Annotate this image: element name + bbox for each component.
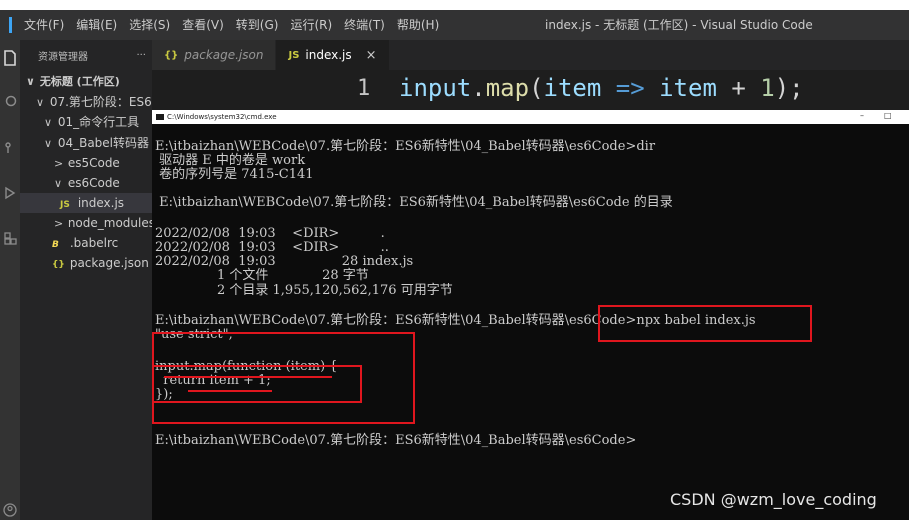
code-token: input (399, 74, 472, 102)
files-icon[interactable] (0, 48, 20, 68)
cmd-line: 2022/02/08 19:03 <DIR> . (155, 226, 385, 241)
tree-item-label: index.js (77, 196, 125, 210)
menu-terminal[interactable]: 终端(T) (338, 10, 391, 40)
maximize-button[interactable]: □ (884, 110, 892, 122)
cmd-line: 1 个文件 28 字节 (155, 268, 369, 283)
cmd-line: 2022/02/08 19:03 <DIR> .. (155, 240, 389, 255)
window-title: index.js - 无标题 (工作区) - Visual Studio Cod… (545, 18, 813, 32)
code-token: . (471, 74, 486, 102)
source-control-icon[interactable] (0, 138, 20, 158)
tree-item-label: 01_命令行工具 (57, 115, 140, 129)
close-icon[interactable]: × (366, 48, 377, 63)
underline-annotation (188, 390, 272, 392)
title-bar: 文件(F) 编辑(E) 选择(S) 查看(V) 转到(G) 运行(R) 终端(T… (0, 10, 909, 40)
cmd-title: C:\Windows\system32\cmd.exe (167, 113, 277, 121)
cmd-line: 2 个目录 1,955,120,562,176 可用字节 (155, 283, 453, 298)
cmd-line: E:\itbaizhan\WEBCode\07.第七阶段：ES6新特性\04_B… (155, 195, 673, 210)
code-token: item (659, 74, 717, 102)
tab-index-js[interactable]: JS index.js × (276, 40, 390, 70)
cmd-title-bar[interactable]: C:\Windows\system32\cmd.exe – □ (152, 110, 909, 124)
tab-label: package.json (184, 48, 264, 62)
menu-edit[interactable]: 编辑(E) (70, 10, 123, 40)
line-number: 1 (357, 76, 371, 101)
tree-item-label: es6Code (67, 176, 120, 190)
extensions-icon[interactable] (0, 228, 20, 248)
run-debug-icon[interactable] (0, 183, 20, 203)
tree-item-es6code[interactable]: ∨ es6Code (20, 173, 152, 193)
tree-item-babelrc[interactable]: B .babelrc (20, 233, 152, 253)
tree-item-label: 无标题 (工作区) (39, 75, 120, 88)
json-file-icon: {} (52, 260, 65, 270)
tree-item-node-modules[interactable]: > node_modules (20, 213, 152, 233)
minimize-button[interactable]: – (860, 110, 864, 122)
chevron-down-icon: ∨ (44, 116, 53, 129)
tab-label: index.js (305, 48, 352, 62)
tree-item-label: 07.第七阶段：ES6新特性 (49, 95, 152, 109)
babel-file-icon: B (52, 240, 59, 250)
explorer-header: 资源管理器 ··· (20, 40, 152, 70)
chevron-down-icon: ∨ (54, 177, 63, 190)
menu-file[interactable]: 文件(F) (18, 10, 70, 40)
cmd-app-icon (156, 114, 164, 120)
tree-item-label: 04_Babel转码器 (57, 136, 150, 150)
tab-package-json[interactable]: {} package.json (152, 40, 277, 70)
javascript-file-icon: JS (60, 200, 70, 210)
chevron-right-icon: > (54, 157, 64, 170)
tree-item-index-js[interactable]: JS index.js (20, 193, 152, 213)
code-token: item (543, 74, 602, 102)
tree-item-workspace[interactable]: ∨ 无标题 (工作区) (20, 72, 152, 92)
chevron-down-icon: ∨ (44, 137, 53, 150)
editor-tabs: {} package.json JS index.js × (152, 40, 909, 70)
cmd-window[interactable]: C:\Windows\system32\cmd.exe – □ E:\itbai… (152, 110, 909, 520)
tree-item-label: .babelrc (69, 236, 119, 250)
search-icon[interactable] (0, 92, 20, 112)
json-file-icon: {} (164, 49, 179, 61)
code-token: 1 (760, 74, 775, 102)
tree-item-babel-folder[interactable]: ∨ 04_Babel转码器 (20, 133, 152, 153)
cmd-line: 驱动器 E 中的卷是 work (155, 153, 306, 168)
cmd-output[interactable]: E:\itbaizhan\WEBCode\07.第七阶段：ES6新特性\04_B… (152, 124, 909, 520)
menu-bar: 文件(F) 编辑(E) 选择(S) 查看(V) 转到(G) 运行(R) 终端(T… (18, 10, 445, 40)
cmd-line: E:\itbaizhan\WEBCode\07.第七阶段：ES6新特性\04_B… (155, 433, 637, 448)
explorer-more-icon[interactable]: ··· (136, 50, 146, 61)
code-token: ); (774, 74, 804, 102)
tree-item-cli-tools[interactable]: ∨ 01_命令行工具 (20, 112, 152, 132)
tree-item-label: es5Code (67, 156, 120, 170)
highlight-box-command (598, 305, 812, 342)
highlight-box-function (152, 365, 362, 403)
code-token: + (716, 74, 761, 102)
menu-run[interactable]: 运行(R) (284, 10, 338, 40)
tree-item-label: package.json (69, 256, 149, 270)
cmd-line: 2022/02/08 19:03 28 index.js (155, 254, 414, 269)
code-token: => (601, 74, 660, 102)
code-token: map (485, 74, 530, 102)
menu-view[interactable]: 查看(V) (176, 10, 230, 40)
tree-item-label: node_modules (67, 216, 152, 230)
javascript-file-icon: JS (288, 49, 300, 61)
menu-selection[interactable]: 选择(S) (123, 10, 176, 40)
activity-bar (0, 40, 20, 520)
tree-item-es5code[interactable]: > es5Code (20, 153, 152, 173)
tree-item-es6-stage[interactable]: ∨ 07.第七阶段：ES6新特性 (20, 92, 152, 112)
code-token: ( (529, 74, 544, 102)
chevron-right-icon: > (54, 217, 64, 230)
underline-annotation (164, 376, 332, 378)
code-editor[interactable]: 1 input.map(item => item + 1); (152, 70, 909, 110)
tree-item-package-json[interactable]: {} package.json (20, 253, 152, 273)
screen-top-strip (0, 0, 909, 10)
cmd-line: 卷的序列号是 7415-C141 (155, 167, 314, 182)
explorer-sidebar: 资源管理器 ··· ∨ 无标题 (工作区) ∨ 07.第七阶段：ES6新特性 ∨… (20, 40, 152, 520)
vscode-logo-icon (0, 10, 18, 40)
cmd-line: E:\itbaizhan\WEBCode\07.第七阶段：ES6新特性\04_B… (155, 139, 656, 154)
code-line[interactable]: input.map(item => item + 1); (399, 74, 804, 102)
watermark: CSDN @wzm_love_coding (670, 490, 877, 509)
chevron-down-icon: ∨ (36, 96, 45, 109)
menu-help[interactable]: 帮助(H) (391, 10, 445, 40)
menu-go[interactable]: 转到(G) (230, 10, 285, 40)
account-icon[interactable] (0, 500, 20, 520)
explorer-title: 资源管理器 (38, 51, 88, 63)
chevron-down-icon: ∨ (26, 75, 35, 88)
